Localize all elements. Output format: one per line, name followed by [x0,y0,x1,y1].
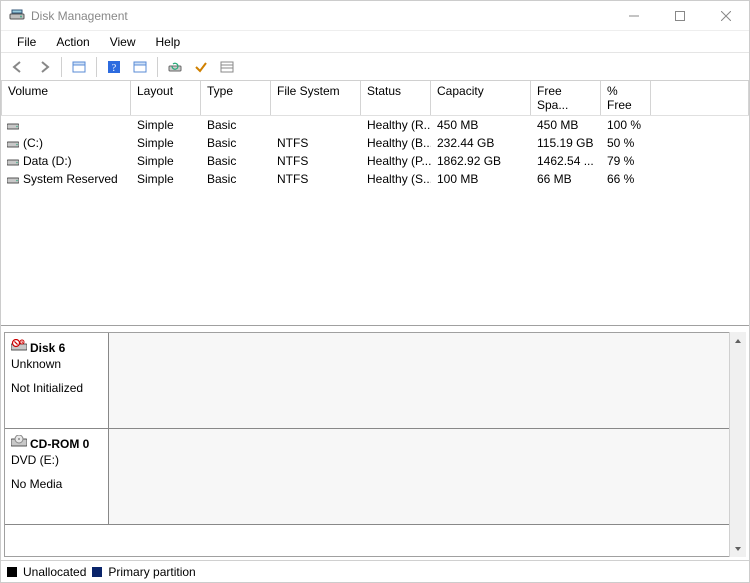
menu-view[interactable]: View [100,33,146,51]
volume-layout: Simple [131,117,201,133]
drive-icon [7,138,19,148]
disk-volume-area[interactable] [109,333,729,429]
toolbar-apply-button[interactable] [190,56,212,78]
volume-list-pane: Volume Layout Type File System Status Ca… [1,81,749,326]
maximize-button[interactable] [657,1,703,30]
menu-file[interactable]: File [7,33,46,51]
drive-icon [7,174,19,184]
volume-row[interactable]: System Reserved SimpleBasicNTFSHealthy (S… [1,170,749,188]
disk-area: Disk 6 Unknown Not Initialized CD-ROM 0 DVD … [4,332,729,557]
volume-type: Basic [201,117,271,133]
volume-freespace: 450 MB [531,117,601,133]
disk-icon [11,435,27,452]
drive-icon [7,156,19,166]
volume-status: Healthy (R... [361,117,431,133]
column-header-volume[interactable]: Volume [1,81,131,115]
window-title: Disk Management [31,9,128,23]
volume-type: Basic [201,171,271,187]
minimize-button[interactable] [611,1,657,30]
disk-type: DVD (E:) [11,453,102,467]
volume-rows: SimpleBasicHealthy (R...450 MB450 MB100 … [1,116,749,325]
volume-filesystem: NTFS [271,171,361,187]
volume-name: System Reserved [23,172,118,186]
volume-freespace: 1462.54 ... [531,153,601,169]
disk-volume-area[interactable] [109,429,729,525]
volume-pctfree: 79 % [601,153,651,169]
column-header-pctfree[interactable]: % Free [601,81,651,115]
volume-name: Data (D:) [23,154,72,168]
disk-status: Not Initialized [11,381,102,395]
volume-capacity: 1862.92 GB [431,153,531,169]
volume-row[interactable]: Data (D:) SimpleBasicNTFSHealthy (P...186… [1,152,749,170]
column-header-freespace[interactable]: Free Spa... [531,81,601,115]
column-header-spacer [651,81,749,115]
scroll-down-icon[interactable] [730,540,746,557]
title-bar: Disk Management [1,1,749,31]
volume-list-header: Volume Layout Type File System Status Ca… [1,81,749,116]
legend-bar: Unallocated Primary partition [1,560,749,582]
volume-capacity: 232.44 GB [431,135,531,151]
disk-row[interactable]: CD-ROM 0 DVD (E:) No Media [5,429,729,525]
volume-row[interactable]: SimpleBasicHealthy (R...450 MB450 MB100 … [1,116,749,134]
volume-pctfree: 66 % [601,171,651,187]
column-header-capacity[interactable]: Capacity [431,81,531,115]
volume-row[interactable]: (C:) SimpleBasicNTFSHealthy (B...232.44 G… [1,134,749,152]
volume-capacity: 450 MB [431,117,531,133]
nav-forward-button[interactable] [33,56,55,78]
volume-layout: Simple [131,171,201,187]
legend-swatch-primary [92,567,102,577]
close-button[interactable] [703,1,749,30]
volume-capacity: 100 MB [431,171,531,187]
disk-title: Disk 6 [30,341,65,355]
menu-action[interactable]: Action [46,33,99,51]
legend-label-unallocated: Unallocated [23,565,86,579]
menu-bar: File Action View Help [1,31,749,53]
volume-layout: Simple [131,135,201,151]
toolbar-show-hide-button[interactable] [68,56,90,78]
volume-pctfree: 100 % [601,117,651,133]
toolbar: ? [1,53,749,81]
menu-help[interactable]: Help [146,33,191,51]
window-controls [611,1,749,30]
volume-type: Basic [201,135,271,151]
disk-type: Unknown [11,357,102,371]
app-icon [9,8,25,24]
volume-filesystem: NTFS [271,135,361,151]
volume-freespace: 66 MB [531,171,601,187]
drive-icon [7,120,19,130]
disk-status: No Media [11,477,102,491]
volume-pctfree: 50 % [601,135,651,151]
volume-status: Healthy (B... [361,135,431,151]
disk-icon [11,339,27,356]
legend-swatch-unallocated [7,567,17,577]
column-header-type[interactable]: Type [201,81,271,115]
scroll-up-icon[interactable] [730,332,746,349]
volume-type: Basic [201,153,271,169]
toolbar-list-button[interactable] [216,56,238,78]
legend-label-primary: Primary partition [108,565,195,579]
disk-layout-pane: Disk 6 Unknown Not Initialized CD-ROM 0 DVD … [1,326,749,560]
toolbar-refresh-button[interactable] [164,56,186,78]
disk-info-cell[interactable]: Disk 6 Unknown Not Initialized [5,333,109,429]
volume-freespace: 115.19 GB [531,135,601,151]
toolbar-view-button[interactable] [129,56,151,78]
volume-name: (C:) [23,136,43,150]
toolbar-help-button[interactable]: ? [103,56,125,78]
disk-row[interactable]: Disk 6 Unknown Not Initialized [5,333,729,429]
column-header-layout[interactable]: Layout [131,81,201,115]
volume-status: Healthy (S... [361,171,431,187]
disk-title: CD-ROM 0 [30,437,89,451]
vertical-scrollbar[interactable] [729,332,746,557]
volume-filesystem: NTFS [271,153,361,169]
column-header-status[interactable]: Status [361,81,431,115]
column-header-filesystem[interactable]: File System [271,81,361,115]
nav-back-button[interactable] [7,56,29,78]
svg-text:?: ? [112,63,117,74]
volume-filesystem [271,117,361,133]
volume-layout: Simple [131,153,201,169]
volume-status: Healthy (P... [361,153,431,169]
disk-info-cell[interactable]: CD-ROM 0 DVD (E:) No Media [5,429,109,525]
